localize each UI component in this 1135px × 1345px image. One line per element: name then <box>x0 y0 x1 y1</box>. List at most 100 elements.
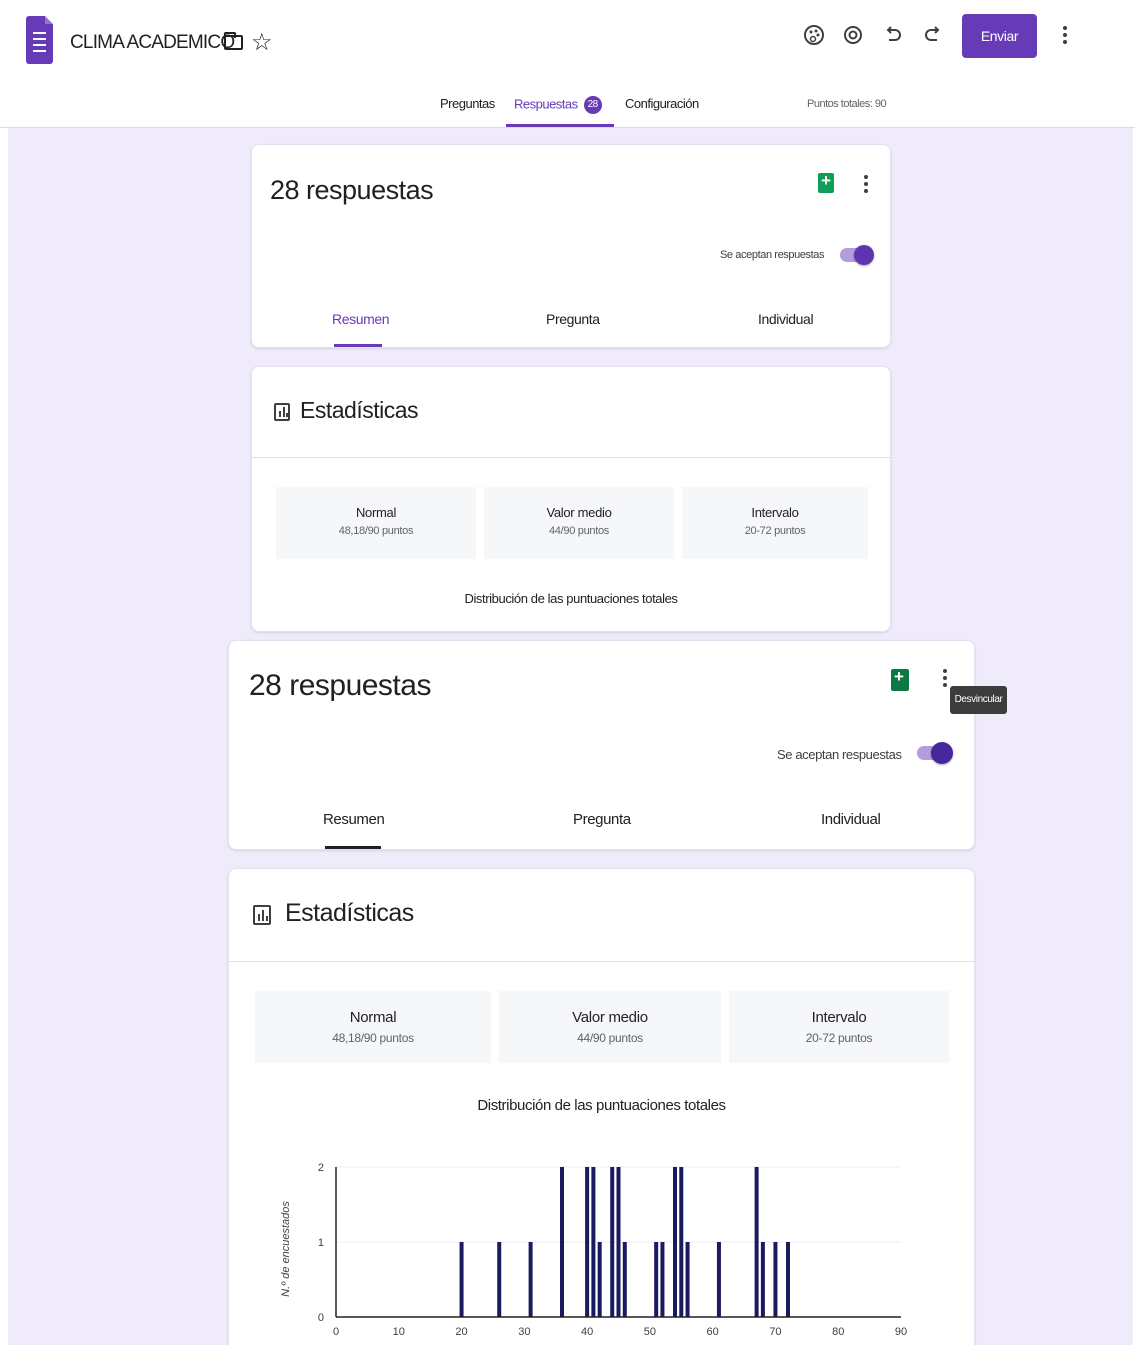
statistics-card: Estadísticas Normal 48,18/90 puntos Valo… <box>251 366 892 632</box>
responses-count-title: 28 respuestas <box>270 175 434 205</box>
accepting-responses-toggle[interactable] <box>840 244 876 268</box>
card-more-vert-icon[interactable] <box>943 669 947 690</box>
subtab-underline <box>334 344 382 347</box>
chart-xtick-label: 90 <box>895 1326 907 1338</box>
chart-bar <box>654 1242 659 1317</box>
chart-xtick-label: 80 <box>832 1326 844 1338</box>
chart-bar <box>591 1167 596 1317</box>
stat-average-label: Normal <box>349 1009 397 1026</box>
send-button[interactable]: Enviar <box>962 14 1037 58</box>
divider <box>229 961 976 962</box>
chart-xtick-label: 60 <box>707 1326 719 1338</box>
chart-bar <box>616 1167 621 1317</box>
chart-bar <box>685 1242 690 1317</box>
active-tab-indicator <box>506 124 614 127</box>
eye-icon[interactable] <box>840 22 866 48</box>
sheets-icon[interactable] <box>818 171 834 193</box>
chart-xtick-label: 50 <box>644 1326 656 1338</box>
chart-bar <box>673 1167 677 1317</box>
sheets-icon[interactable] <box>891 667 909 691</box>
form-title[interactable]: CLIMA ACADEMICO <box>70 32 235 54</box>
app-header: CLIMA ACADEMICO ☆ Enviar Preguntas Respu… <box>0 0 1135 128</box>
stat-range-value: 20-72 puntos <box>805 1031 873 1045</box>
chart-bar <box>597 1242 602 1317</box>
responses-count-badge: 28 <box>583 96 602 114</box>
chart-ytick-label: 0 <box>318 1312 324 1324</box>
stat-median-value: 44/90 puntos <box>577 1031 643 1045</box>
subtab-underline <box>325 846 381 849</box>
tab-settings[interactable]: Configuración <box>625 96 699 111</box>
chart-xtick-label: 40 <box>581 1326 593 1338</box>
chart-xtick-label: 10 <box>393 1326 405 1338</box>
bar-chart-icon <box>274 403 290 421</box>
undo-icon[interactable] <box>880 22 906 48</box>
chart-xtick-label: 0 <box>333 1326 339 1338</box>
chart-xtick-label: 70 <box>769 1326 781 1338</box>
chart-bar <box>497 1242 502 1317</box>
chart-bar <box>610 1167 615 1317</box>
subtab-question[interactable]: Pregunta <box>546 311 600 327</box>
stat-range-value: 20-72 puntos <box>744 525 806 537</box>
responses-count-title: 28 respuestas <box>249 669 431 702</box>
stat-range-label: Intervalo <box>811 1009 867 1026</box>
card-more-vert-icon[interactable] <box>864 175 868 196</box>
stat-median-label: Valor medio <box>572 1009 648 1026</box>
chart-bar <box>754 1167 759 1317</box>
stat-average-value: 48,18/90 puntos <box>338 525 414 537</box>
chart-bar <box>716 1242 721 1317</box>
stat-median: Valor medio 44/90 puntos <box>484 487 674 559</box>
divider <box>252 457 892 458</box>
responses-summary-card: 28 respuestas Se aceptan respuestas Resu… <box>251 144 891 348</box>
chart-xtick-label: 30 <box>518 1326 530 1338</box>
statistics-card-zoomed: Estadísticas Normal 48,18/90 puntos Valo… <box>228 868 976 1345</box>
subtab-individual[interactable]: Individual <box>758 311 814 327</box>
subtab-question[interactable]: Pregunta <box>573 811 631 828</box>
chart-bar <box>585 1167 590 1317</box>
chart-bar <box>560 1167 564 1317</box>
tab-responses-label: Respuestas <box>514 96 578 112</box>
chart-bar <box>786 1242 790 1317</box>
chart-bar <box>660 1242 665 1317</box>
responses-summary-card-zoomed: 28 respuestas Se aceptan respuestas Resu… <box>228 640 975 850</box>
subtab-individual[interactable]: Individual <box>821 811 881 828</box>
folder-icon[interactable] <box>224 32 243 50</box>
chart-ytick-label: 1 <box>318 1237 324 1249</box>
unlink-tooltip: Desvincular <box>950 686 1007 714</box>
stat-median: Valor medio 44/90 puntos <box>499 991 721 1063</box>
more-vert-icon[interactable] <box>1063 26 1067 47</box>
chart-ylabel: N.º de encuestados <box>280 1201 292 1297</box>
chart-xtick-label: 20 <box>455 1326 467 1338</box>
subtab-summary[interactable]: Resumen <box>332 311 390 327</box>
chart-bar <box>622 1242 627 1317</box>
stat-average: Normal 48,18/90 puntos <box>255 991 491 1063</box>
accepting-responses-label: Se aceptan respuestas <box>720 249 825 261</box>
chart-bar <box>760 1242 765 1317</box>
stat-median-label: Valor medio <box>546 505 612 520</box>
top-tabs: Preguntas Respuestas 28 Configuración Pun… <box>0 96 1135 127</box>
tab-responses[interactable]: Respuestas 28 <box>514 96 602 114</box>
palette-icon[interactable] <box>801 22 827 48</box>
stat-average-value: 48,18/90 puntos <box>332 1031 414 1045</box>
form-doc-icon[interactable] <box>26 16 53 64</box>
stat-median-value: 44/90 puntos <box>548 525 609 537</box>
accepting-responses-toggle[interactable] <box>917 741 955 767</box>
total-points: Puntos totales: 90 <box>807 98 887 110</box>
chart-bar <box>773 1242 778 1317</box>
chart-ytick-label: 2 <box>318 1162 324 1174</box>
distribution-title: Distribución de las puntuaciones totales <box>464 591 678 606</box>
stat-range-label: Intervalo <box>751 505 799 520</box>
chart-bar <box>528 1242 533 1317</box>
bar-chart-icon <box>253 905 271 925</box>
redo-icon[interactable] <box>920 22 946 48</box>
star-icon[interactable]: ☆ <box>251 28 273 57</box>
subtab-summary[interactable]: Resumen <box>323 811 385 828</box>
statistics-title: Estadísticas <box>300 397 419 423</box>
stat-range: Intervalo 20-72 puntos <box>682 487 868 559</box>
stat-range: Intervalo 20-72 puntos <box>729 991 949 1063</box>
chart-bar <box>459 1242 464 1317</box>
stat-average: Normal 48,18/90 puntos <box>276 487 476 559</box>
tab-questions[interactable]: Preguntas <box>440 96 495 111</box>
accepting-responses-label: Se aceptan respuestas <box>777 747 902 762</box>
score-distribution-chart: 0120 10 20 30 40 50 60 70 80 90 N.º de encuestado… <box>280 1162 907 1338</box>
stat-average-label: Normal <box>355 505 397 520</box>
